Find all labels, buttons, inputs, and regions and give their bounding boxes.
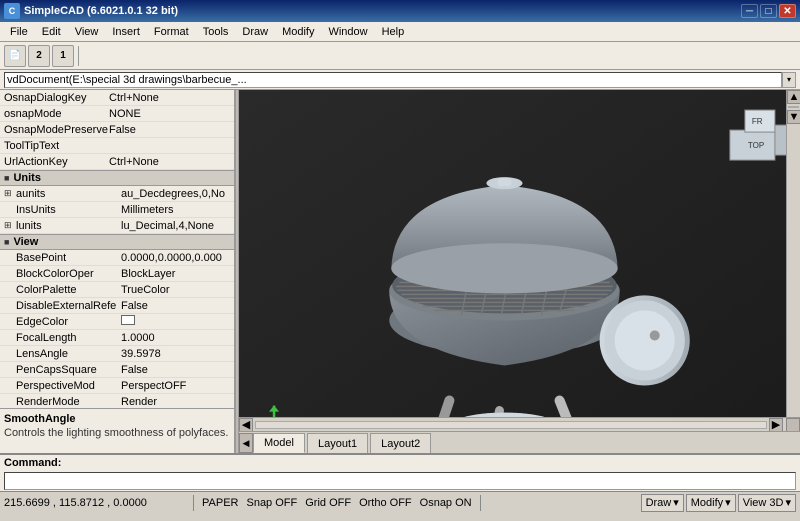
section-header-view[interactable]: ■ View [0,234,234,250]
command-area: Command: [0,453,800,491]
section-header-units[interactable]: ■ Units [0,170,234,186]
status-separator-2 [480,495,481,511]
prop-row-pencapssquare[interactable]: PenCapsSquare False [0,362,234,378]
viewport-scrollbar-v[interactable]: ▲ ▼ [786,90,800,417]
tab-scroll-left[interactable]: ◀ [239,433,253,453]
status-grid[interactable]: Grid OFF [301,497,355,509]
viewport-3d[interactable]: TOP FR ◀ ▶ ▲ ▼ ◀ [239,90,800,453]
menu-file[interactable]: File [4,24,34,40]
menu-modify[interactable]: Modify [276,24,320,40]
tab-model[interactable]: Model [253,433,305,453]
viewport-scrollbar-h[interactable]: ◀ ▶ [239,417,800,431]
prop-row-basepoint[interactable]: BasePoint 0.0000,0.0000,0.000 [0,250,234,266]
tab-layout2[interactable]: Layout2 [370,433,431,453]
expand-icon-aunits: ⊞ [4,188,16,199]
view3d-label: View 3D [743,497,784,509]
menu-format[interactable]: Format [148,24,195,40]
prop-row-rendermode[interactable]: RenderMode Render [0,394,234,408]
tab-layout1[interactable]: Layout1 [307,433,368,453]
minimize-button[interactable]: ─ [741,4,758,18]
edge-color-swatch [121,315,135,325]
status-separator-1 [193,495,194,511]
status-right: Draw ▾ Modify ▾ View 3D ▾ [641,494,796,512]
draw-dropdown[interactable]: Draw ▾ [641,494,684,512]
prop-row-edgecolor[interactable]: EdgeColor [0,314,234,330]
prop-row-osnapkey[interactable]: OsnapDialogKey Ctrl+None [0,90,234,106]
menu-draw[interactable]: Draw [236,24,274,40]
toolbar: 📄 2 1 [0,42,800,70]
status-paper[interactable]: PAPER [198,497,242,509]
prop-row-tooltiptext[interactable]: ToolTipText [0,138,234,154]
scroll-up-btn[interactable]: ▲ [787,90,800,104]
svg-text:TOP: TOP [748,141,764,150]
command-label: Command: [0,455,800,471]
main-area: OsnapDialogKey Ctrl+None osnapMode NONE … [0,90,800,453]
modify-dropdown[interactable]: Modify ▾ [686,494,736,512]
menu-edit[interactable]: Edit [36,24,67,40]
expand-icon-lunits: ⊞ [4,220,16,231]
prop-row-perspectivemod[interactable]: PerspectiveMod PerspectOFF [0,378,234,394]
section-collapse-icon: ■ [4,173,9,183]
properties-list: OsnapDialogKey Ctrl+None osnapMode NONE … [0,90,234,408]
prop-row-colorpalette[interactable]: ColorPalette TrueColor [0,282,234,298]
properties-panel: OsnapDialogKey Ctrl+None osnapMode NONE … [0,90,235,453]
status-snap[interactable]: Snap OFF [242,497,301,509]
bbq-scene: TOP FR [239,90,800,453]
modify-label: Modify [691,497,723,509]
status-osnap[interactable]: Osnap ON [416,497,476,509]
section-collapse-icon-view: ■ [4,237,9,247]
menu-view[interactable]: View [69,24,105,40]
menu-insert[interactable]: Insert [106,24,146,40]
description-area: SmoothAngle Controls the lighting smooth… [0,408,234,453]
path-input[interactable] [4,72,782,88]
menu-help[interactable]: Help [376,24,411,40]
path-dropdown-button[interactable]: ▾ [782,72,796,88]
prop-row-lunits[interactable]: ⊞ lunits lu_Decimal,4,None [0,218,234,234]
scroll-left-btn[interactable]: ◀ [239,418,253,432]
prop-row-disableextref[interactable]: DisableExternalRefe False [0,298,234,314]
status-ortho[interactable]: Ortho OFF [355,497,416,509]
viewport-panel: TOP FR ◀ ▶ ▲ ▼ ◀ [239,90,800,453]
window-title: SimpleCAD (6.6021.0.1 32 bit) [24,5,178,17]
menu-tools[interactable]: Tools [197,24,235,40]
section-label-units: Units [13,172,41,184]
command-input-area [0,471,800,491]
prop-row-insunits[interactable]: InsUnits Millimeters [0,202,234,218]
path-bar: ▾ [0,70,800,90]
app-icon: C [4,3,20,19]
maximize-button[interactable]: □ [760,4,777,18]
close-button[interactable]: ✕ [779,4,796,18]
scroll-right-btn[interactable]: ▶ [769,418,783,432]
menu-window[interactable]: Window [322,24,373,40]
toolbar-new[interactable]: 📄 [4,45,26,67]
scroll-down-btn[interactable]: ▼ [787,110,800,124]
section-label-view: View [13,236,38,248]
description-text: Controls the lighting smoothness of poly… [4,427,230,439]
modify-dropdown-icon: ▾ [725,496,731,509]
status-coords: 215.6699 , 115.8712 , 0.0000 [4,497,189,509]
svg-text:FR: FR [752,117,763,126]
viewport-tabs: ◀ Model Layout1 Layout2 [239,431,800,453]
prop-row-lensangle[interactable]: LensAngle 39.5978 [0,346,234,362]
prop-row-blockcoloroper[interactable]: BlockColorOper BlockLayer [0,266,234,282]
draw-label: Draw [646,497,672,509]
menu-bar: File Edit View Insert Format Tools Draw … [0,22,800,42]
description-title: SmoothAngle [4,413,230,425]
prop-row-osnapmode[interactable]: osnapMode NONE [0,106,234,122]
prop-row-focallength[interactable]: FocalLength 1.0000 [0,330,234,346]
title-bar: C SimpleCAD (6.6021.0.1 32 bit) ─ □ ✕ [0,0,800,22]
prop-row-osnapmodepreserve[interactable]: OsnapModePreserve False [0,122,234,138]
prop-row-urlactionkey[interactable]: UrlActionKey Ctrl+None [0,154,234,170]
view3d-dropdown-icon: ▾ [785,496,791,509]
prop-row-aunits[interactable]: ⊞ aunits au_Decdegrees,0,No [0,186,234,202]
toolbar-separator [78,46,79,66]
command-input[interactable] [4,472,796,490]
view3d-dropdown[interactable]: View 3D ▾ [738,494,796,512]
toolbar-num2[interactable]: 2 [28,45,50,67]
status-bar: 215.6699 , 115.8712 , 0.0000 PAPER Snap … [0,491,800,513]
draw-dropdown-icon: ▾ [673,496,679,509]
toolbar-num1[interactable]: 1 [52,45,74,67]
